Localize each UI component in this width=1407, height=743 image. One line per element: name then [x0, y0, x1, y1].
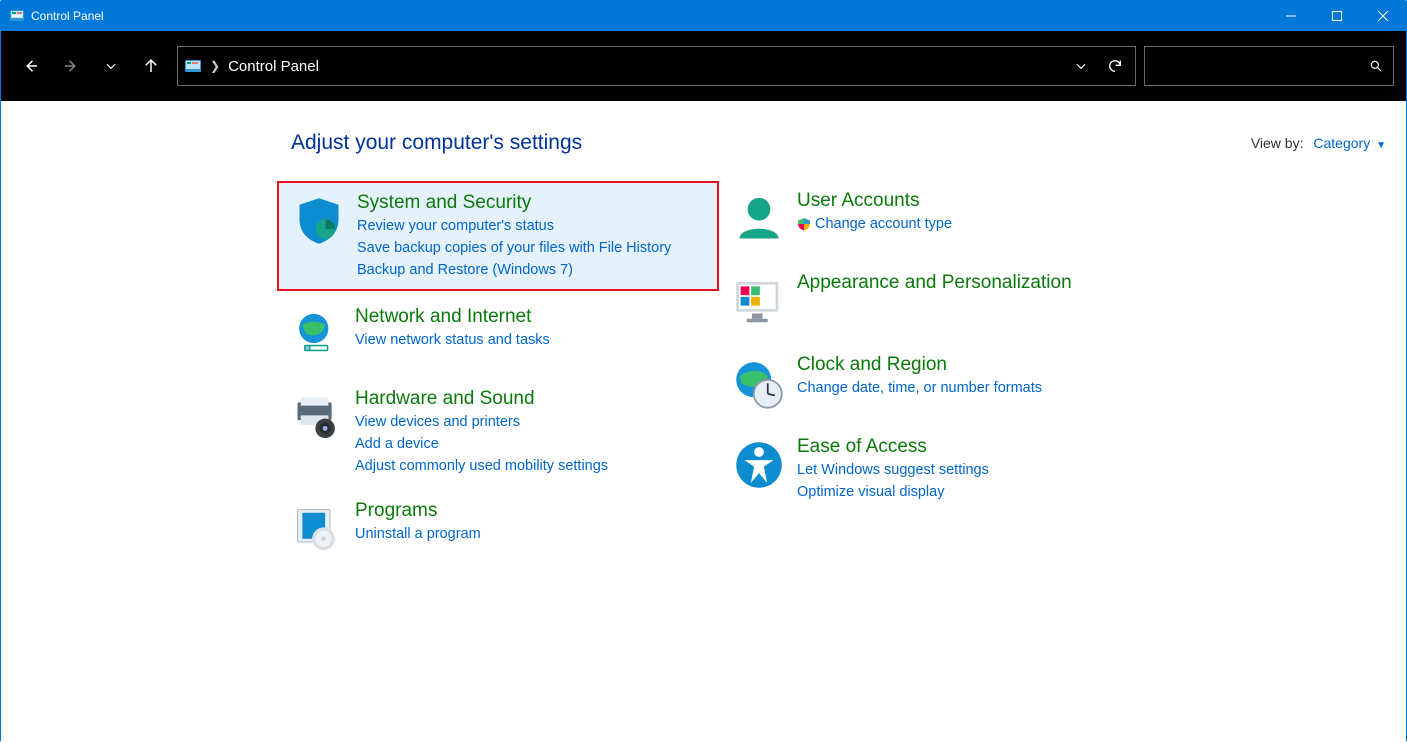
- category-user-accounts[interactable]: User Accounts Change account type: [719, 181, 1161, 257]
- category-title[interactable]: Hardware and Sound: [355, 387, 608, 411]
- address-dropdown-button[interactable]: [1067, 52, 1095, 80]
- category-link[interactable]: View network status and tasks: [355, 329, 550, 351]
- control-panel-icon: [184, 58, 202, 74]
- view-by-value[interactable]: Category: [1313, 135, 1370, 151]
- forward-button[interactable]: [53, 48, 89, 84]
- window-title: Control Panel: [31, 9, 1268, 23]
- refresh-button[interactable]: [1101, 52, 1129, 80]
- category-link[interactable]: Change account type: [797, 213, 952, 235]
- back-button[interactable]: [13, 48, 49, 84]
- category-link[interactable]: Add a device: [355, 433, 608, 455]
- category-link[interactable]: Uninstall a program: [355, 523, 481, 545]
- address-bar[interactable]: ❯ Control Panel: [177, 46, 1136, 86]
- page-heading: Adjust your computer's settings: [291, 131, 582, 155]
- chevron-down-icon: ▼: [1376, 140, 1386, 151]
- category-title[interactable]: User Accounts: [797, 189, 952, 213]
- category-link[interactable]: Change date, time, or number formats: [797, 377, 1042, 399]
- monitor-icon: [729, 271, 789, 331]
- category-title[interactable]: Ease of Access: [797, 435, 989, 459]
- category-link[interactable]: Save backup copies of your files with Fi…: [357, 237, 671, 259]
- control-panel-icon: [9, 8, 25, 24]
- category-title[interactable]: Network and Internet: [355, 305, 550, 329]
- close-button[interactable]: [1360, 1, 1406, 31]
- category-ease-of-access[interactable]: Ease of Access Let Windows suggest setti…: [719, 427, 1161, 511]
- category-system-security[interactable]: System and Security Review your computer…: [277, 181, 719, 291]
- programs-icon: [287, 499, 347, 559]
- search-input[interactable]: [1144, 46, 1394, 86]
- category-link[interactable]: Review your computer's status: [357, 215, 671, 237]
- category-hardware[interactable]: Hardware and Sound View devices and prin…: [277, 379, 719, 485]
- clock-globe-icon: [729, 353, 789, 413]
- up-button[interactable]: [133, 48, 169, 84]
- user-icon: [729, 189, 789, 249]
- category-title[interactable]: Appearance and Personalization: [797, 271, 1072, 295]
- minimize-button[interactable]: [1268, 1, 1314, 31]
- view-by-label: View by:: [1251, 135, 1304, 151]
- breadcrumb-item[interactable]: Control Panel: [228, 58, 319, 75]
- category-title[interactable]: Clock and Region: [797, 353, 1042, 377]
- view-by-selector[interactable]: View by: Category ▼: [1251, 135, 1386, 151]
- printer-icon: [287, 387, 347, 447]
- category-title[interactable]: System and Security: [357, 191, 671, 215]
- left-column: System and Security Review your computer…: [277, 181, 719, 573]
- category-link[interactable]: View devices and printers: [355, 411, 608, 433]
- breadcrumb-separator-icon[interactable]: ❯: [210, 59, 220, 73]
- search-icon: [1369, 59, 1383, 73]
- category-link[interactable]: Optimize visual display: [797, 481, 989, 503]
- titlebar: Control Panel: [1, 1, 1406, 31]
- category-link[interactable]: Let Windows suggest settings: [797, 459, 989, 481]
- right-column: User Accounts Change account type Appear…: [719, 181, 1161, 573]
- content-area: Adjust your computer's settings View by:…: [1, 101, 1406, 743]
- recent-locations-button[interactable]: [93, 48, 129, 84]
- maximize-button[interactable]: [1314, 1, 1360, 31]
- category-title[interactable]: Programs: [355, 499, 481, 523]
- category-link-label: Change account type: [815, 213, 952, 235]
- uac-shield-icon: [797, 217, 811, 231]
- category-link[interactable]: Adjust commonly used mobility settings: [355, 455, 608, 477]
- globe-icon: [287, 305, 347, 365]
- navigation-bar: ❯ Control Panel: [1, 31, 1406, 101]
- category-link[interactable]: Backup and Restore (Windows 7): [357, 259, 671, 281]
- category-network[interactable]: Network and Internet View network status…: [277, 297, 719, 373]
- shield-icon: [289, 191, 349, 251]
- category-appearance[interactable]: Appearance and Personalization: [719, 263, 1161, 339]
- accessibility-icon: [729, 435, 789, 495]
- category-clock[interactable]: Clock and Region Change date, time, or n…: [719, 345, 1161, 421]
- category-programs[interactable]: Programs Uninstall a program: [277, 491, 719, 567]
